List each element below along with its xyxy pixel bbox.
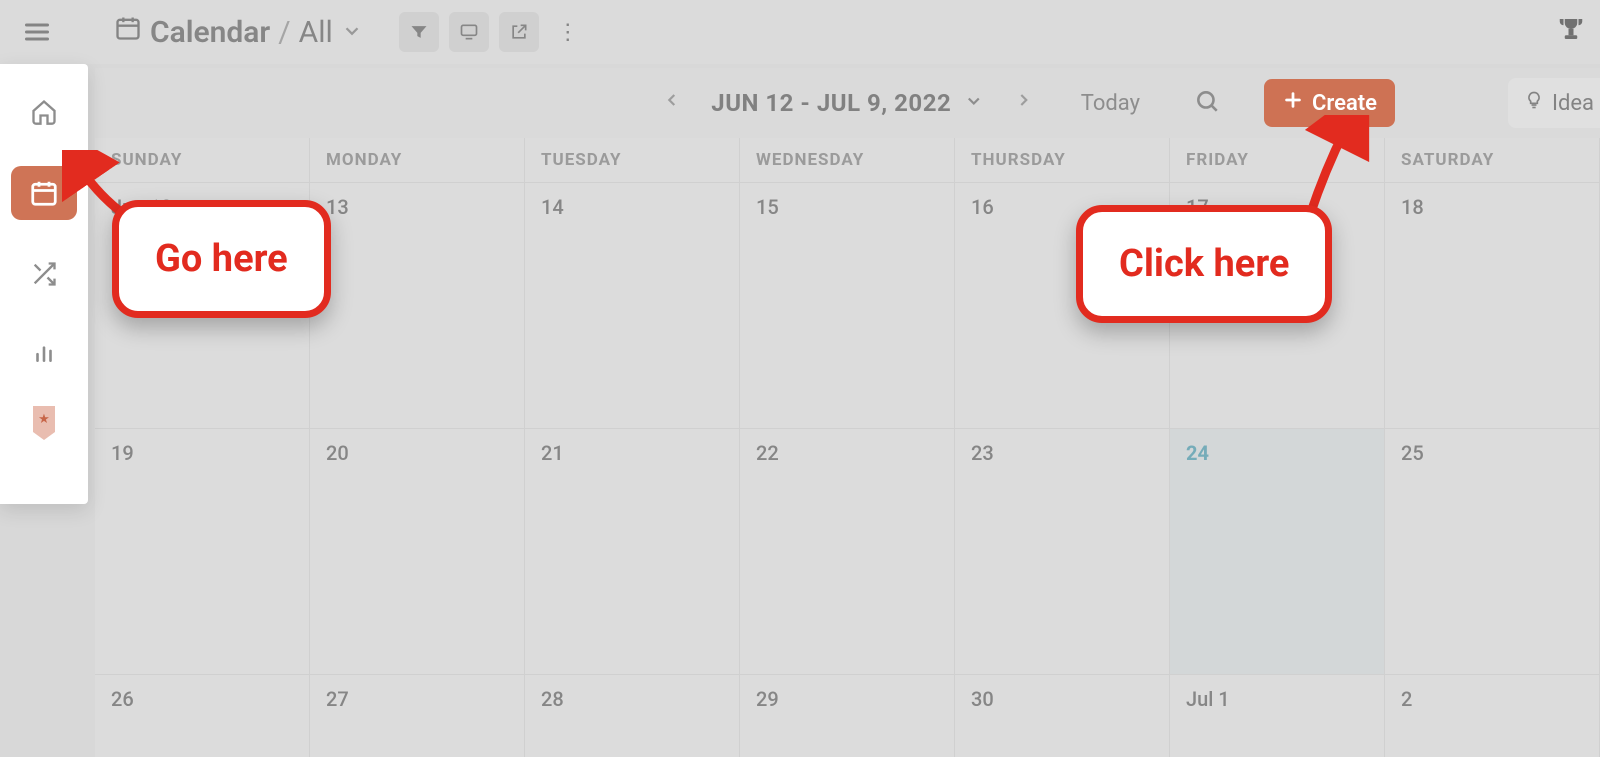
- day-header: MONDAY: [310, 138, 525, 182]
- display-button[interactable]: [449, 12, 489, 52]
- date-number: 16: [971, 195, 994, 219]
- calendar-cell[interactable]: 26: [95, 674, 310, 757]
- day-header: SATURDAY: [1385, 138, 1600, 182]
- date-number: 23: [971, 441, 994, 465]
- date-number: 21: [541, 441, 564, 465]
- calendar-cell[interactable]: 29: [740, 674, 955, 757]
- calendar-cell[interactable]: 22: [740, 428, 955, 674]
- topbar: Calendar / All ⋮: [0, 0, 1600, 64]
- calendar-cell[interactable]: 30: [955, 674, 1170, 757]
- calendar-cell[interactable]: 27: [310, 674, 525, 757]
- sidebar: ★: [0, 64, 88, 504]
- calendar-cell[interactable]: 2: [1385, 674, 1600, 757]
- calendar-cell[interactable]: 25: [1385, 428, 1600, 674]
- trophy-icon[interactable]: [1556, 14, 1586, 51]
- calendar-icon: [114, 14, 142, 50]
- date-range[interactable]: JUN 12 - JUL 9, 2022: [711, 89, 983, 117]
- date-number: 27: [326, 687, 349, 711]
- day-header: THURSDAY: [955, 138, 1170, 182]
- calendar-cell[interactable]: 19: [95, 428, 310, 674]
- create-label: Create: [1312, 91, 1377, 116]
- idea-button[interactable]: Idea: [1508, 78, 1600, 128]
- date-number: 20: [326, 441, 349, 465]
- sidebar-shuffle[interactable]: [16, 250, 72, 298]
- calendar-cell[interactable]: 23: [955, 428, 1170, 674]
- date-number: 13: [326, 195, 349, 219]
- breadcrumb-title[interactable]: Calendar: [150, 15, 270, 50]
- date-number: 28: [541, 687, 564, 711]
- date-number: 25: [1401, 441, 1424, 465]
- calendar-cell[interactable]: 15: [740, 182, 955, 428]
- date-range-text: JUN 12 - JUL 9, 2022: [711, 89, 951, 117]
- breadcrumb-sep: /: [278, 15, 290, 50]
- date-number: 2: [1401, 687, 1412, 711]
- date-number: 22: [756, 441, 779, 465]
- plus-icon: [1282, 89, 1304, 117]
- bulb-icon: [1524, 88, 1544, 118]
- date-number: 26: [111, 687, 134, 711]
- calendar-cell[interactable]: 20: [310, 428, 525, 674]
- prev-button[interactable]: [651, 80, 691, 127]
- date-number: 19: [111, 441, 134, 465]
- breadcrumb-view[interactable]: All: [299, 15, 333, 50]
- idea-label: Idea: [1552, 91, 1594, 116]
- day-header: WEDNESDAY: [740, 138, 955, 182]
- annotation-go-here: Go here: [112, 200, 331, 318]
- day-header: TUESDAY: [525, 138, 740, 182]
- day-headers: SUNDAY MONDAY TUESDAY WEDNESDAY THURSDAY…: [95, 138, 1600, 182]
- sidebar-favorite[interactable]: ★: [33, 406, 55, 432]
- annotation-click-here: Click here: [1076, 205, 1332, 323]
- calendar-cell[interactable]: 28: [525, 674, 740, 757]
- sidebar-home[interactable]: [16, 88, 72, 136]
- date-number: 30: [971, 687, 994, 711]
- create-button[interactable]: Create: [1264, 79, 1395, 127]
- hamburger-icon[interactable]: [20, 18, 54, 46]
- date-number: 15: [756, 195, 779, 219]
- calendar-cell[interactable]: 21: [525, 428, 740, 674]
- day-header: SUNDAY: [95, 138, 310, 182]
- subbar: JUN 12 - JUL 9, 2022 Today Create Idea: [95, 68, 1600, 138]
- today-button[interactable]: Today: [1081, 91, 1140, 116]
- date-number: 29: [756, 687, 779, 711]
- calendar-cell[interactable]: 13: [310, 182, 525, 428]
- breadcrumb: Calendar / All: [114, 14, 363, 50]
- date-number: 14: [541, 195, 564, 219]
- day-header: FRIDAY: [1170, 138, 1385, 182]
- chevron-down-icon[interactable]: [341, 15, 363, 50]
- date-number: Jul 1: [1186, 687, 1230, 711]
- sidebar-calendar[interactable]: [11, 166, 77, 220]
- calendar-cell[interactable]: 18: [1385, 182, 1600, 428]
- more-menu[interactable]: ⋮: [549, 20, 588, 45]
- calendar-cell[interactable]: 24: [1170, 428, 1385, 674]
- sidebar-analytics[interactable]: [16, 328, 72, 376]
- date-number: 24: [1186, 441, 1209, 465]
- share-button[interactable]: [499, 12, 539, 52]
- calendar-cell[interactable]: 14: [525, 182, 740, 428]
- calendar-cell[interactable]: Jul 1: [1170, 674, 1385, 757]
- search-button[interactable]: [1194, 88, 1220, 118]
- chevron-down-icon: [964, 89, 984, 117]
- next-button[interactable]: [1004, 80, 1044, 127]
- filter-button[interactable]: [399, 12, 439, 52]
- star-icon: ★: [38, 412, 50, 427]
- date-number: 18: [1401, 195, 1424, 219]
